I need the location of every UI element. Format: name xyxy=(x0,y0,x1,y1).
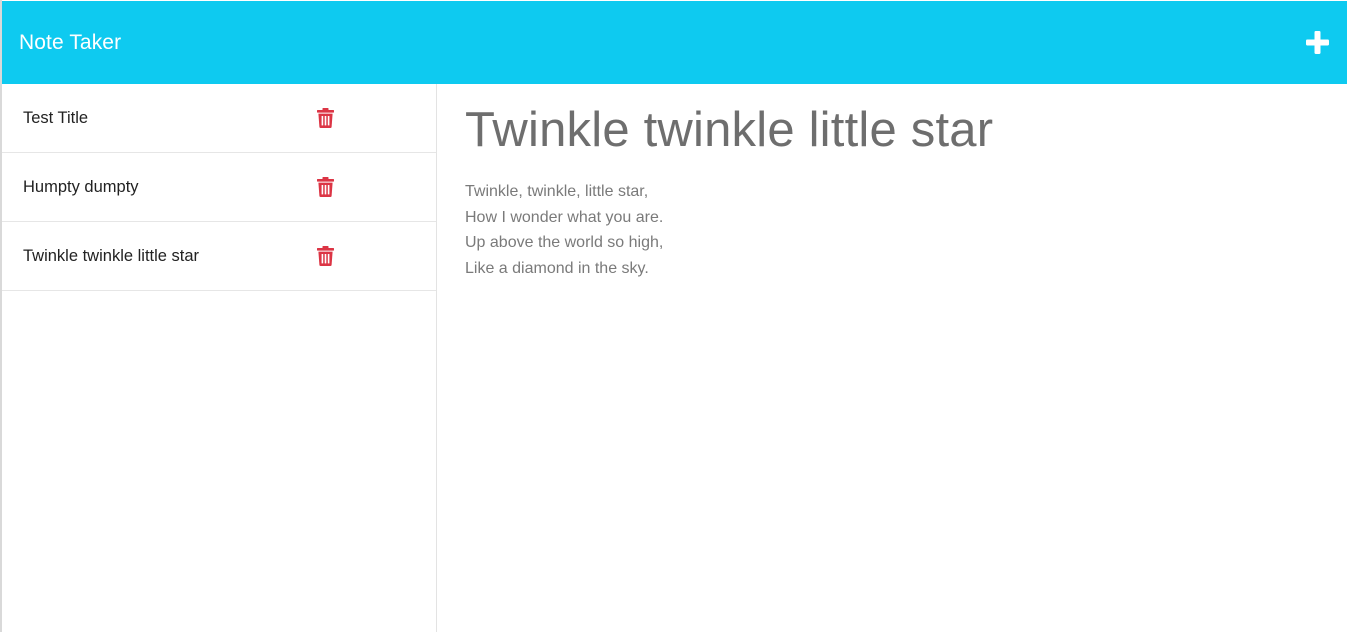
note-list: Test Title Humpty dumpty Twinkle twinkle… xyxy=(2,84,437,632)
navbar: Note Taker xyxy=(2,1,1347,84)
note-text-line: How I wonder what you are. xyxy=(465,208,664,226)
note-text-line: Twinkle, twinkle, little star, xyxy=(465,183,649,200)
trash-icon[interactable] xyxy=(317,177,334,197)
trash-icon[interactable] xyxy=(317,246,334,266)
app: Note Taker Test Title Humpty dumpty Twin… xyxy=(0,0,1347,632)
note-text-line: Up above the world so high, xyxy=(465,234,664,252)
note-list-item-title: Twinkle twinkle little star xyxy=(23,246,200,265)
new-note-button[interactable] xyxy=(1287,1,1347,84)
note-title-field[interactable]: Twinkle twinkle little star xyxy=(465,103,1347,157)
note-list-item[interactable]: Humpty dumpty xyxy=(2,153,436,222)
trash-icon[interactable] xyxy=(317,108,334,128)
note-list-item[interactable]: Test Title xyxy=(2,84,436,153)
app-title: Note Taker xyxy=(19,30,122,54)
note-list-item-title: Humpty dumpty xyxy=(23,177,139,196)
plus-icon xyxy=(1305,31,1329,54)
note-text-field[interactable]: Twinkle, twinkle, little star, How I won… xyxy=(465,179,1347,282)
note-editor: Twinkle twinkle little star Twinkle, twi… xyxy=(439,84,1347,632)
note-text-line: Like a diamond in the sky. xyxy=(465,260,649,278)
note-list-item[interactable]: Twinkle twinkle little star xyxy=(2,222,436,291)
note-list-item-title: Test Title xyxy=(23,108,89,127)
